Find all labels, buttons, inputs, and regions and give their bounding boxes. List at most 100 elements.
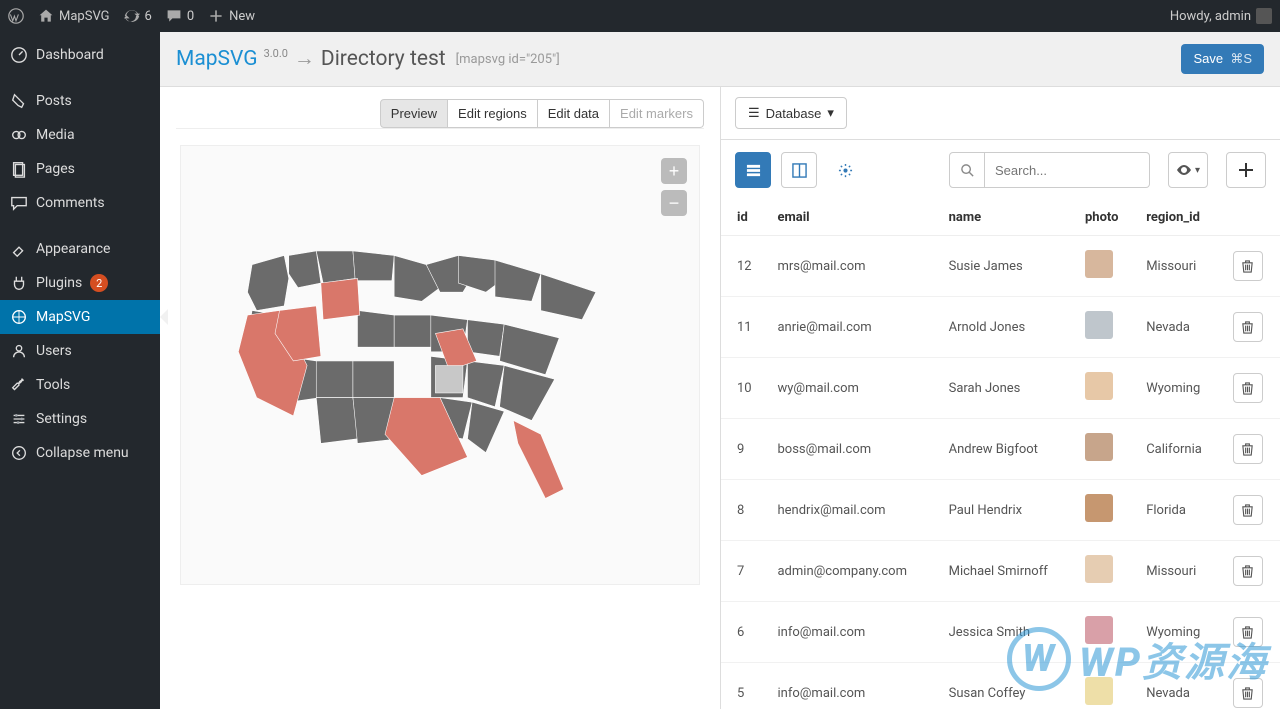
sidebar-item-dashboard[interactable]: Dashboard (0, 38, 160, 72)
cell-id: 8 (721, 480, 767, 541)
delete-row-button[interactable] (1233, 495, 1263, 525)
view-mode-tabs: Preview Edit regions Edit data Edit mark… (176, 99, 704, 129)
sidebar-item-label: Posts (36, 93, 72, 109)
new-link[interactable]: New (208, 8, 255, 24)
sidebar-item-users[interactable]: Users (0, 334, 160, 368)
sidebar-item-label: Tools (36, 377, 70, 393)
sidebar-item-label: Comments (36, 195, 105, 211)
cell-id: 7 (721, 541, 767, 602)
sidebar-item-label: Settings (36, 411, 87, 427)
table-row[interactable]: 7 admin@company.com Michael Smirnoff Mis… (721, 541, 1280, 602)
cell-photo (1075, 480, 1136, 541)
cell-region: Wyoming (1136, 358, 1223, 419)
updates-count: 6 (145, 9, 152, 24)
sidebar-item-label: Collapse menu (36, 445, 129, 461)
table-row[interactable]: 6 info@mail.com Jessica Smith Wyoming (721, 602, 1280, 663)
region-wyoming (321, 278, 360, 319)
breadcrumb-arrow: → (294, 47, 315, 71)
cell-email: mrs@mail.com (767, 236, 938, 297)
cell-photo (1075, 602, 1136, 663)
sidebar-item-label: Users (36, 343, 72, 359)
sidebar-item-label: Plugins (36, 275, 82, 291)
settings-button[interactable] (827, 152, 863, 188)
howdy-link[interactable]: Howdy, admin (1170, 8, 1272, 24)
col-email[interactable]: email (767, 200, 938, 236)
cell-photo (1075, 541, 1136, 602)
cell-photo (1075, 419, 1136, 480)
cell-email: anrie@mail.com (767, 297, 938, 358)
avatar (1256, 8, 1272, 24)
search-button[interactable] (949, 152, 985, 188)
table-row[interactable]: 5 info@mail.com Susan Coffey Nevada (721, 663, 1280, 709)
map-preview[interactable]: + − (180, 145, 700, 585)
delete-row-button[interactable] (1233, 678, 1263, 708)
add-record-button[interactable] (1226, 152, 1266, 188)
cell-email: hendrix@mail.com (767, 480, 938, 541)
cell-photo (1075, 236, 1136, 297)
cell-name: Susie James (939, 236, 1075, 297)
wp-logo[interactable] (8, 8, 24, 24)
sidebar-item-label: MapSVG (36, 309, 90, 325)
col-region[interactable]: region_id (1136, 200, 1223, 236)
sidebar-item-plugins[interactable]: Plugins 2 (0, 266, 160, 300)
col-id[interactable]: id (721, 200, 767, 236)
sidebar-item-appearance[interactable]: Appearance (0, 232, 160, 266)
sidebar-item-settings[interactable]: Settings (0, 402, 160, 436)
delete-row-button[interactable] (1233, 312, 1263, 342)
delete-row-button[interactable] (1233, 373, 1263, 403)
cell-region: Florida (1136, 480, 1223, 541)
table-row[interactable]: 10 wy@mail.com Sarah Jones Wyoming (721, 358, 1280, 419)
table-row[interactable]: 8 hendrix@mail.com Paul Hendrix Florida (721, 480, 1280, 541)
zoom-out-button[interactable]: − (661, 190, 687, 216)
table-row[interactable]: 9 boss@mail.com Andrew Bigfoot Californi… (721, 419, 1280, 480)
tab-edit-regions[interactable]: Edit regions (448, 99, 538, 128)
form-view-button[interactable] (781, 152, 817, 188)
col-name[interactable]: name (939, 200, 1075, 236)
sidebar-item-collapse[interactable]: Collapse menu (0, 436, 160, 470)
cell-id: 10 (721, 358, 767, 419)
cell-email: boss@mail.com (767, 419, 938, 480)
list-view-button[interactable] (735, 152, 771, 188)
cell-name: Susan Coffey (939, 663, 1075, 709)
table-row[interactable]: 12 mrs@mail.com Susie James Missouri (721, 236, 1280, 297)
cell-name: Sarah Jones (939, 358, 1075, 419)
cell-name: Michael Smirnoff (939, 541, 1075, 602)
col-photo[interactable]: photo (1075, 200, 1136, 236)
howdy-text: Howdy, admin (1170, 9, 1251, 24)
sidebar-item-tools[interactable]: Tools (0, 368, 160, 402)
site-name: MapSVG (59, 9, 110, 24)
database-tab[interactable]: ☰ Database ▾ (735, 97, 847, 129)
table-row[interactable]: 11 anrie@mail.com Arnold Jones Nevada (721, 297, 1280, 358)
sidebar-item-label: Dashboard (36, 47, 104, 63)
save-button[interactable]: Save ⌘S (1181, 44, 1264, 74)
save-label: Save (1193, 51, 1223, 66)
visibility-button[interactable]: ▾ (1168, 152, 1208, 188)
delete-row-button[interactable] (1233, 617, 1263, 647)
new-label: New (229, 9, 255, 24)
sidebar-item-label: Appearance (36, 241, 110, 257)
cell-id: 5 (721, 663, 767, 709)
delete-row-button[interactable] (1233, 434, 1263, 464)
cell-name: Jessica Smith (939, 602, 1075, 663)
site-link[interactable]: MapSVG (38, 8, 110, 24)
plugin-update-badge: 2 (90, 274, 108, 292)
zoom-in-button[interactable]: + (661, 158, 687, 184)
page-title: Directory test (321, 47, 446, 71)
delete-row-button[interactable] (1233, 251, 1263, 281)
sidebar-item-posts[interactable]: Posts (0, 84, 160, 118)
sidebar-item-media[interactable]: Media (0, 118, 160, 152)
updates-link[interactable]: 6 (124, 8, 152, 24)
sidebar-item-comments[interactable]: Comments (0, 186, 160, 220)
sidebar-item-pages[interactable]: Pages (0, 152, 160, 186)
delete-row-button[interactable] (1233, 556, 1263, 586)
sidebar-item-mapsvg[interactable]: MapSVG (0, 300, 160, 334)
tab-edit-data[interactable]: Edit data (538, 99, 610, 128)
cell-name: Arnold Jones (939, 297, 1075, 358)
search-input[interactable] (985, 152, 1150, 188)
region-florida (513, 420, 563, 498)
comments-link[interactable]: 0 (166, 8, 194, 24)
tab-preview[interactable]: Preview (380, 99, 448, 128)
cell-email: info@mail.com (767, 602, 938, 663)
cell-email: admin@company.com (767, 541, 938, 602)
brand-link[interactable]: MapSVG (176, 47, 258, 71)
